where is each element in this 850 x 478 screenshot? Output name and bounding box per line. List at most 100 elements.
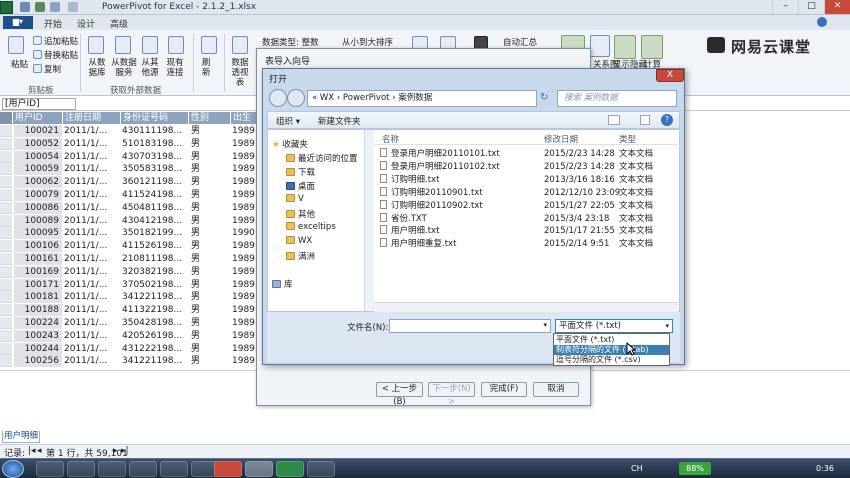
file-row[interactable]: 用户明细.txt 2015/1/17 21:55 文本文档 xyxy=(374,225,674,237)
row-selector[interactable] xyxy=(0,125,12,137)
existing-connections-button[interactable]: 现有连接 xyxy=(163,58,187,78)
table-cell[interactable]: 2011/1/... xyxy=(64,215,120,227)
table-cell[interactable]: 2011/1/... xyxy=(64,151,120,163)
nav-folder-v[interactable]: V xyxy=(286,194,304,204)
row-selector[interactable] xyxy=(0,304,12,317)
clock[interactable]: 0:36 xyxy=(816,464,834,473)
close-dialog-button[interactable]: X xyxy=(656,69,684,82)
other-sources-icon[interactable] xyxy=(142,36,158,54)
tab-design[interactable]: 设计 xyxy=(77,17,95,30)
new-folder-button[interactable]: 新建文件夹 xyxy=(318,115,361,127)
table-cell[interactable]: 男 xyxy=(191,304,229,316)
row-selector[interactable] xyxy=(0,227,12,240)
table-cell[interactable]: 2011/1/... xyxy=(64,304,120,316)
address-bar[interactable]: « WX › PowerPivot › 案例数据 xyxy=(307,90,537,107)
sheet-tab[interactable]: 用户明细 xyxy=(2,431,40,443)
table-cell[interactable]: 男 xyxy=(191,343,229,355)
table-cell[interactable]: 100243 xyxy=(14,329,62,342)
data-service-icon[interactable] xyxy=(115,36,131,54)
pivot-table-icon[interactable] xyxy=(232,36,248,54)
table-cell[interactable]: 男 xyxy=(191,240,229,252)
table-cell[interactable]: 2011/1/... xyxy=(64,227,120,239)
file-row[interactable]: 订购明细.txt 2013/3/16 18:16 文本文档 xyxy=(374,173,674,186)
maximize-button[interactable]: □ xyxy=(798,0,824,14)
column-header-gender[interactable]: 性别 xyxy=(189,112,231,124)
taskbar-excel-icon[interactable] xyxy=(245,461,273,477)
redo-icon[interactable] xyxy=(68,2,78,12)
table-cell[interactable]: 男 xyxy=(191,138,229,150)
table-cell[interactable]: 男 xyxy=(191,151,229,163)
table-cell[interactable]: 100181 xyxy=(14,291,62,304)
table-cell[interactable]: 100161 xyxy=(14,253,62,265)
table-cell[interactable]: 411322198... xyxy=(122,304,188,316)
table-cell[interactable]: 男 xyxy=(191,266,229,278)
table-cell[interactable]: 男 xyxy=(191,355,229,367)
table-cell[interactable]: 2011/1/... xyxy=(64,317,120,329)
table-cell[interactable]: 100256 xyxy=(14,355,62,368)
table-cell[interactable]: 510183198... xyxy=(122,138,188,150)
table-cell[interactable]: 100052 xyxy=(14,137,62,150)
select-all-corner[interactable] xyxy=(0,112,13,124)
taskbar-app-icon[interactable] xyxy=(98,461,126,477)
help-icon[interactable]: ? xyxy=(661,114,673,126)
table-cell[interactable]: 男 xyxy=(191,279,229,291)
organize-button[interactable]: 组织 ▾ xyxy=(276,115,300,127)
horizontal-scrollbar[interactable] xyxy=(374,302,678,312)
table-cell[interactable]: 210811198... xyxy=(122,253,188,265)
table-cell[interactable]: 2011/1/... xyxy=(64,343,120,355)
table-cell[interactable]: 341221198... xyxy=(122,291,188,303)
row-selector[interactable] xyxy=(0,253,12,265)
filename-input[interactable]: ▾ xyxy=(389,319,551,333)
table-cell[interactable]: 100095 xyxy=(14,227,62,240)
table-cell[interactable]: 100188 xyxy=(14,304,62,317)
table-cell[interactable]: 100059 xyxy=(14,163,62,176)
filetype-option-csv[interactable]: 逗号分隔的文件 (*.csv) xyxy=(554,355,669,365)
table-cell[interactable]: 360121198... xyxy=(122,176,188,188)
taskbar-chrome-icon[interactable] xyxy=(129,461,157,477)
table-cell[interactable]: 100079 xyxy=(14,189,62,201)
table-cell[interactable]: 男 xyxy=(191,215,229,227)
row-selector[interactable] xyxy=(0,265,12,278)
autosum-button[interactable]: 自动汇总 xyxy=(503,36,537,48)
table-cell[interactable]: 2011/1/... xyxy=(64,189,120,201)
nav-folder-exceltips[interactable]: exceltips xyxy=(286,222,336,232)
table-cell[interactable]: 男 xyxy=(191,253,229,265)
sort-ascending-button[interactable]: 从小到大排序 xyxy=(342,36,393,48)
from-data-service-button[interactable]: 从数据服务 xyxy=(110,58,138,78)
help-icon[interactable] xyxy=(817,17,827,27)
refresh-icon[interactable]: ↻ xyxy=(540,92,552,104)
table-cell[interactable]: 431222198... xyxy=(122,343,188,355)
row-selector[interactable] xyxy=(0,278,12,291)
taskbar-powerpivot-icon[interactable] xyxy=(276,461,304,477)
taskbar-powerpoint-icon[interactable] xyxy=(214,461,242,477)
table-cell[interactable]: 100171 xyxy=(14,278,62,291)
table-cell[interactable]: 100086 xyxy=(14,201,62,214)
nav-folder-manzhou[interactable]: 满洲 xyxy=(286,250,315,262)
table-cell[interactable]: 320382198... xyxy=(122,266,188,278)
column-header-id-number[interactable]: 身份证号码 xyxy=(121,112,189,124)
table-cell[interactable]: 350428198... xyxy=(122,317,188,329)
close-button[interactable]: ✕ xyxy=(824,0,850,14)
excel-app-icon[interactable] xyxy=(0,1,13,14)
minimize-button[interactable]: – xyxy=(772,0,798,14)
calculation-icon[interactable] xyxy=(641,35,663,59)
append-paste-button[interactable]: 追加粘贴 xyxy=(44,35,78,47)
excel-icon[interactable] xyxy=(35,2,45,12)
paste-button[interactable]: 粘贴 xyxy=(11,58,28,70)
cancel-button[interactable]: 取消 xyxy=(533,382,579,397)
table-cell[interactable]: 370502198... xyxy=(122,279,188,291)
table-cell[interactable]: 男 xyxy=(191,176,229,188)
data-type-label[interactable]: 数据类型: 整数 xyxy=(262,36,319,48)
database-icon[interactable] xyxy=(88,36,104,54)
file-row[interactable]: 用户明细重复.txt 2015/2/14 9:51 文本文档 xyxy=(374,238,674,250)
refresh-button[interactable]: 刷新 xyxy=(202,58,216,78)
taskbar-ie-icon[interactable] xyxy=(36,461,64,477)
table-cell[interactable]: 男 xyxy=(191,189,229,201)
search-input[interactable]: 搜索 案例数据 xyxy=(557,90,677,107)
preview-pane-icon[interactable] xyxy=(640,115,650,125)
table-cell[interactable]: 2011/1/... xyxy=(64,176,120,188)
table-cell[interactable]: 2011/1/... xyxy=(64,125,120,137)
nav-scrollbar[interactable] xyxy=(364,130,374,311)
refresh-icon[interactable] xyxy=(201,36,217,54)
table-cell[interactable]: 430111198... xyxy=(122,125,188,137)
